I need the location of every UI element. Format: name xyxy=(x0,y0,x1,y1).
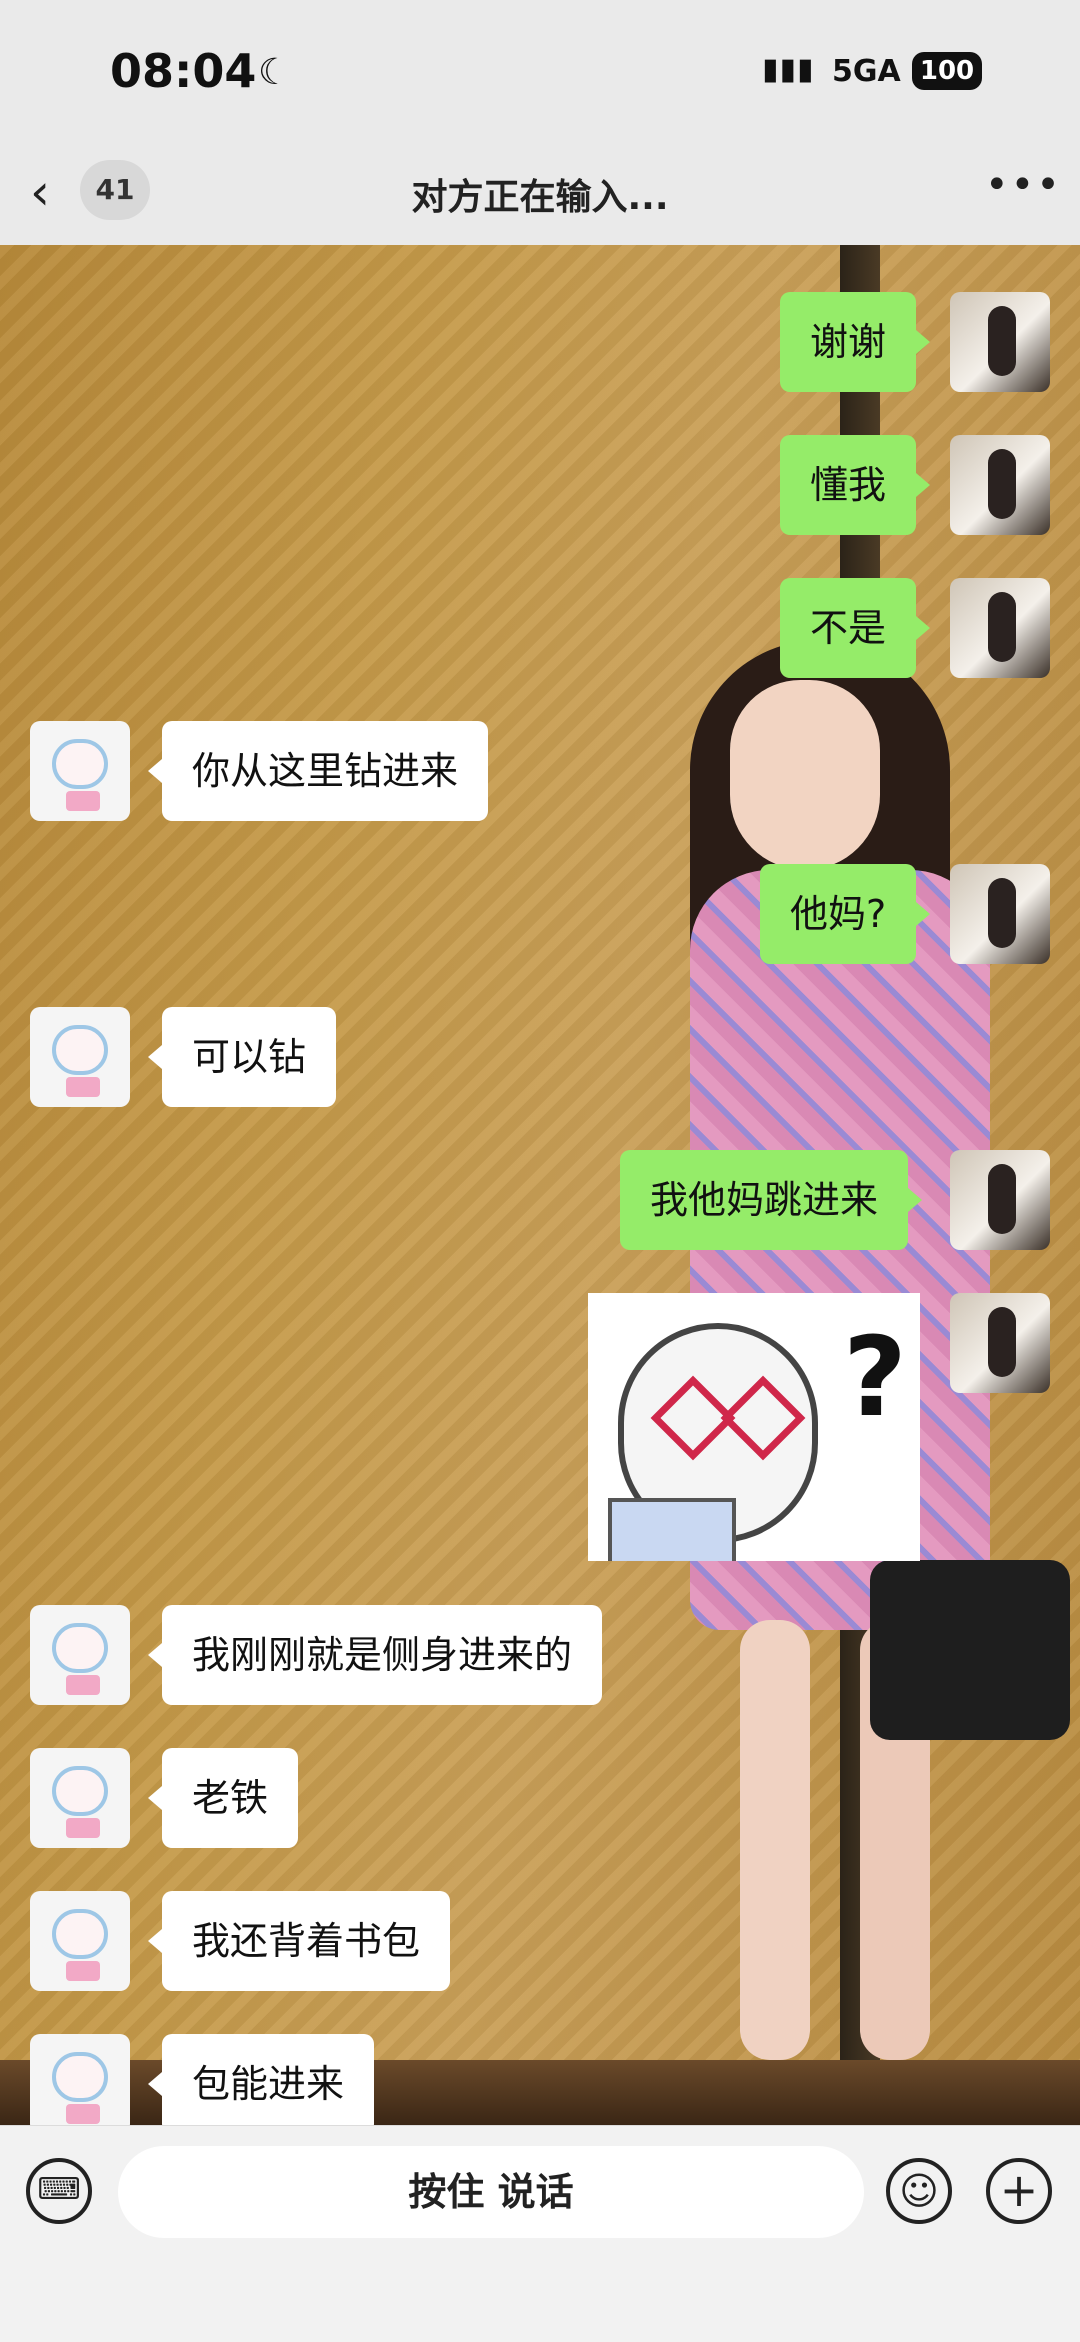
more-options-icon[interactable]: ••• xyxy=(985,162,1062,208)
message-bubble-outgoing[interactable]: 他妈? xyxy=(760,864,931,964)
signal-icon: ▮▮▮ xyxy=(762,52,815,87)
chat-title: 对方正在输入... xyxy=(411,177,669,218)
contact-avatar[interactable] xyxy=(30,2034,130,2134)
message-bubble-incoming[interactable]: 老铁 xyxy=(147,1748,299,1848)
my-avatar[interactable] xyxy=(950,864,1050,964)
sticker-message[interactable]: ? xyxy=(588,1293,920,1561)
message-bubble-incoming[interactable]: 可以钻 xyxy=(147,1007,337,1107)
clock: 08:04 xyxy=(110,44,257,98)
keyboard-icon[interactable]: ⌨ xyxy=(26,2158,92,2224)
message-bubble-outgoing[interactable]: 不是 xyxy=(780,578,931,678)
contact-avatar[interactable] xyxy=(30,1007,130,1107)
input-bar: ⌨ 按住 说话 ☺ + xyxy=(0,2125,1080,2342)
message-bubble-outgoing[interactable]: 谢谢 xyxy=(780,292,931,392)
message-bubble-outgoing[interactable]: 懂我 xyxy=(780,435,931,535)
my-avatar[interactable] xyxy=(950,1293,1050,1393)
background-figure-bag xyxy=(870,1560,1070,1740)
my-avatar[interactable] xyxy=(950,1150,1050,1250)
chat-header: ‹ 41 对方正在输入... ••• xyxy=(0,150,1080,245)
message-bubble-incoming[interactable]: 我刚刚就是侧身进来的 xyxy=(147,1605,603,1705)
contact-avatar[interactable] xyxy=(30,1891,130,1991)
my-avatar[interactable] xyxy=(950,578,1050,678)
message-bubble-incoming[interactable]: 你从这里钻进来 xyxy=(147,721,489,821)
sticker-shirt xyxy=(608,1498,736,1561)
emoji-icon[interactable]: ☺ xyxy=(886,2158,952,2224)
my-avatar[interactable] xyxy=(950,292,1050,392)
my-avatar[interactable] xyxy=(950,435,1050,535)
battery-indicator: 100 xyxy=(912,52,982,90)
background-figure-face xyxy=(730,680,880,870)
question-mark-icon: ? xyxy=(843,1313,907,1441)
status-bar: 08:04 ☾ ▮▮▮ 5GA 100 xyxy=(0,0,1080,150)
message-bubble-incoming[interactable]: 我还背着书包 xyxy=(147,1891,451,1991)
contact-avatar[interactable] xyxy=(30,1605,130,1705)
plus-icon[interactable]: + xyxy=(986,2158,1052,2224)
message-bubble-outgoing[interactable]: 我他妈跳进来 xyxy=(620,1150,923,1250)
contact-avatar[interactable] xyxy=(30,721,130,821)
moon-icon: ☾ xyxy=(258,52,291,93)
contact-avatar[interactable] xyxy=(30,1748,130,1848)
network-type: 5GA xyxy=(832,54,901,89)
hold-to-talk-button[interactable]: 按住 说话 xyxy=(118,2146,864,2238)
background-figure-leg xyxy=(740,1620,810,2060)
message-bubble-incoming[interactable]: 包能进来 xyxy=(147,2034,375,2134)
